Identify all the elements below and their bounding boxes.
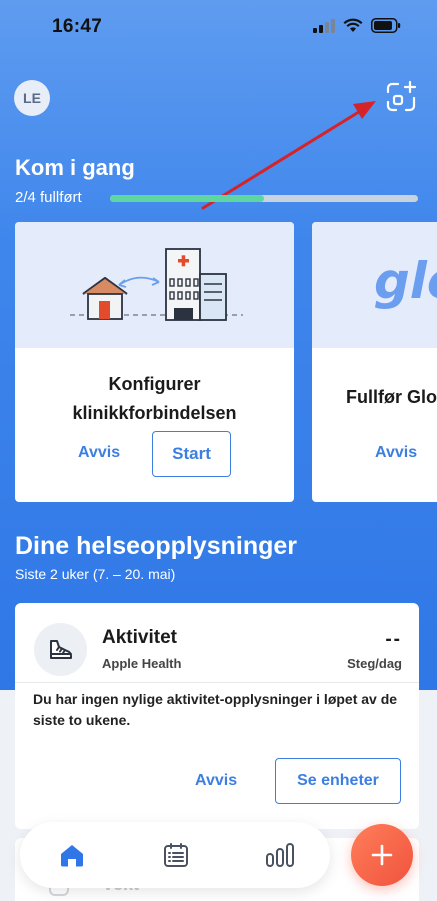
- activity-value: --: [385, 629, 402, 650]
- health-section-title: Dine helseopplysninger: [15, 532, 298, 560]
- onboarding-card-glo[interactable]: glo Fullfør Glo Avvis: [312, 222, 437, 502]
- stats-icon: [266, 843, 294, 867]
- glo-logo: glo: [374, 252, 437, 310]
- card-dismiss-button[interactable]: Avvis: [78, 444, 120, 462]
- see-devices-button[interactable]: Se enheter: [275, 758, 401, 804]
- card-title-line2: klinikkforbindelsen: [72, 403, 237, 423]
- activity-icon-wrap: [34, 623, 87, 676]
- avatar-initials: LE: [23, 90, 41, 106]
- nav-stats[interactable]: [264, 839, 296, 871]
- shoe-icon: [49, 639, 72, 659]
- scan-add-icon: [386, 80, 417, 112]
- card-title: Konfigurer klinikkforbindelsen: [15, 370, 294, 428]
- activity-title: Aktivitet: [102, 627, 177, 648]
- activity-message: Du har ingen nylige aktivitet-opplysning…: [33, 691, 398, 728]
- activity-dismiss-button[interactable]: Avvis: [195, 772, 237, 790]
- wifi-icon: [343, 18, 363, 32]
- bottom-nav: [20, 822, 330, 888]
- getting-started-title: Kom i gang: [15, 155, 135, 180]
- card-hero-illustration: [15, 222, 294, 348]
- nav-journal[interactable]: [160, 839, 192, 871]
- onboarding-card-clinic: Konfigurer klinikkforbindelsen Avvis Sta…: [15, 222, 294, 502]
- plus-icon: [371, 844, 393, 866]
- status-bar: 16:47: [0, 0, 437, 52]
- nav-home[interactable]: [56, 839, 88, 871]
- progress-text: 2/4 fullført: [15, 189, 82, 206]
- activity-unit: Steg/dag: [347, 656, 402, 671]
- progress-bar: [110, 195, 418, 202]
- health-section-subtitle: Siste 2 uker (7. – 20. mai): [15, 566, 176, 582]
- clinic-connection-illustration: [70, 248, 243, 321]
- activity-source: Apple Health: [102, 656, 182, 671]
- card-hero-illustration: glo: [312, 222, 437, 348]
- card-dismiss-button[interactable]: Avvis: [375, 444, 417, 462]
- status-time: 16:47: [52, 16, 103, 37]
- signal-icon: [313, 18, 335, 33]
- divider: [15, 682, 419, 683]
- battery-icon: [371, 18, 401, 33]
- add-button[interactable]: [351, 824, 413, 886]
- activity-card: Aktivitet Apple Health -- Steg/dag Du ha…: [15, 603, 419, 829]
- card-title: Fullfør Glo: [346, 387, 437, 407]
- journal-icon: [164, 843, 188, 867]
- scan-add-button[interactable]: [384, 80, 418, 114]
- card-title-line1: Konfigurer: [108, 374, 201, 394]
- progress-fill: [110, 195, 264, 202]
- status-icons: [313, 18, 401, 33]
- avatar[interactable]: LE: [14, 80, 50, 116]
- home-icon: [61, 845, 83, 867]
- start-button[interactable]: Start: [152, 431, 231, 477]
